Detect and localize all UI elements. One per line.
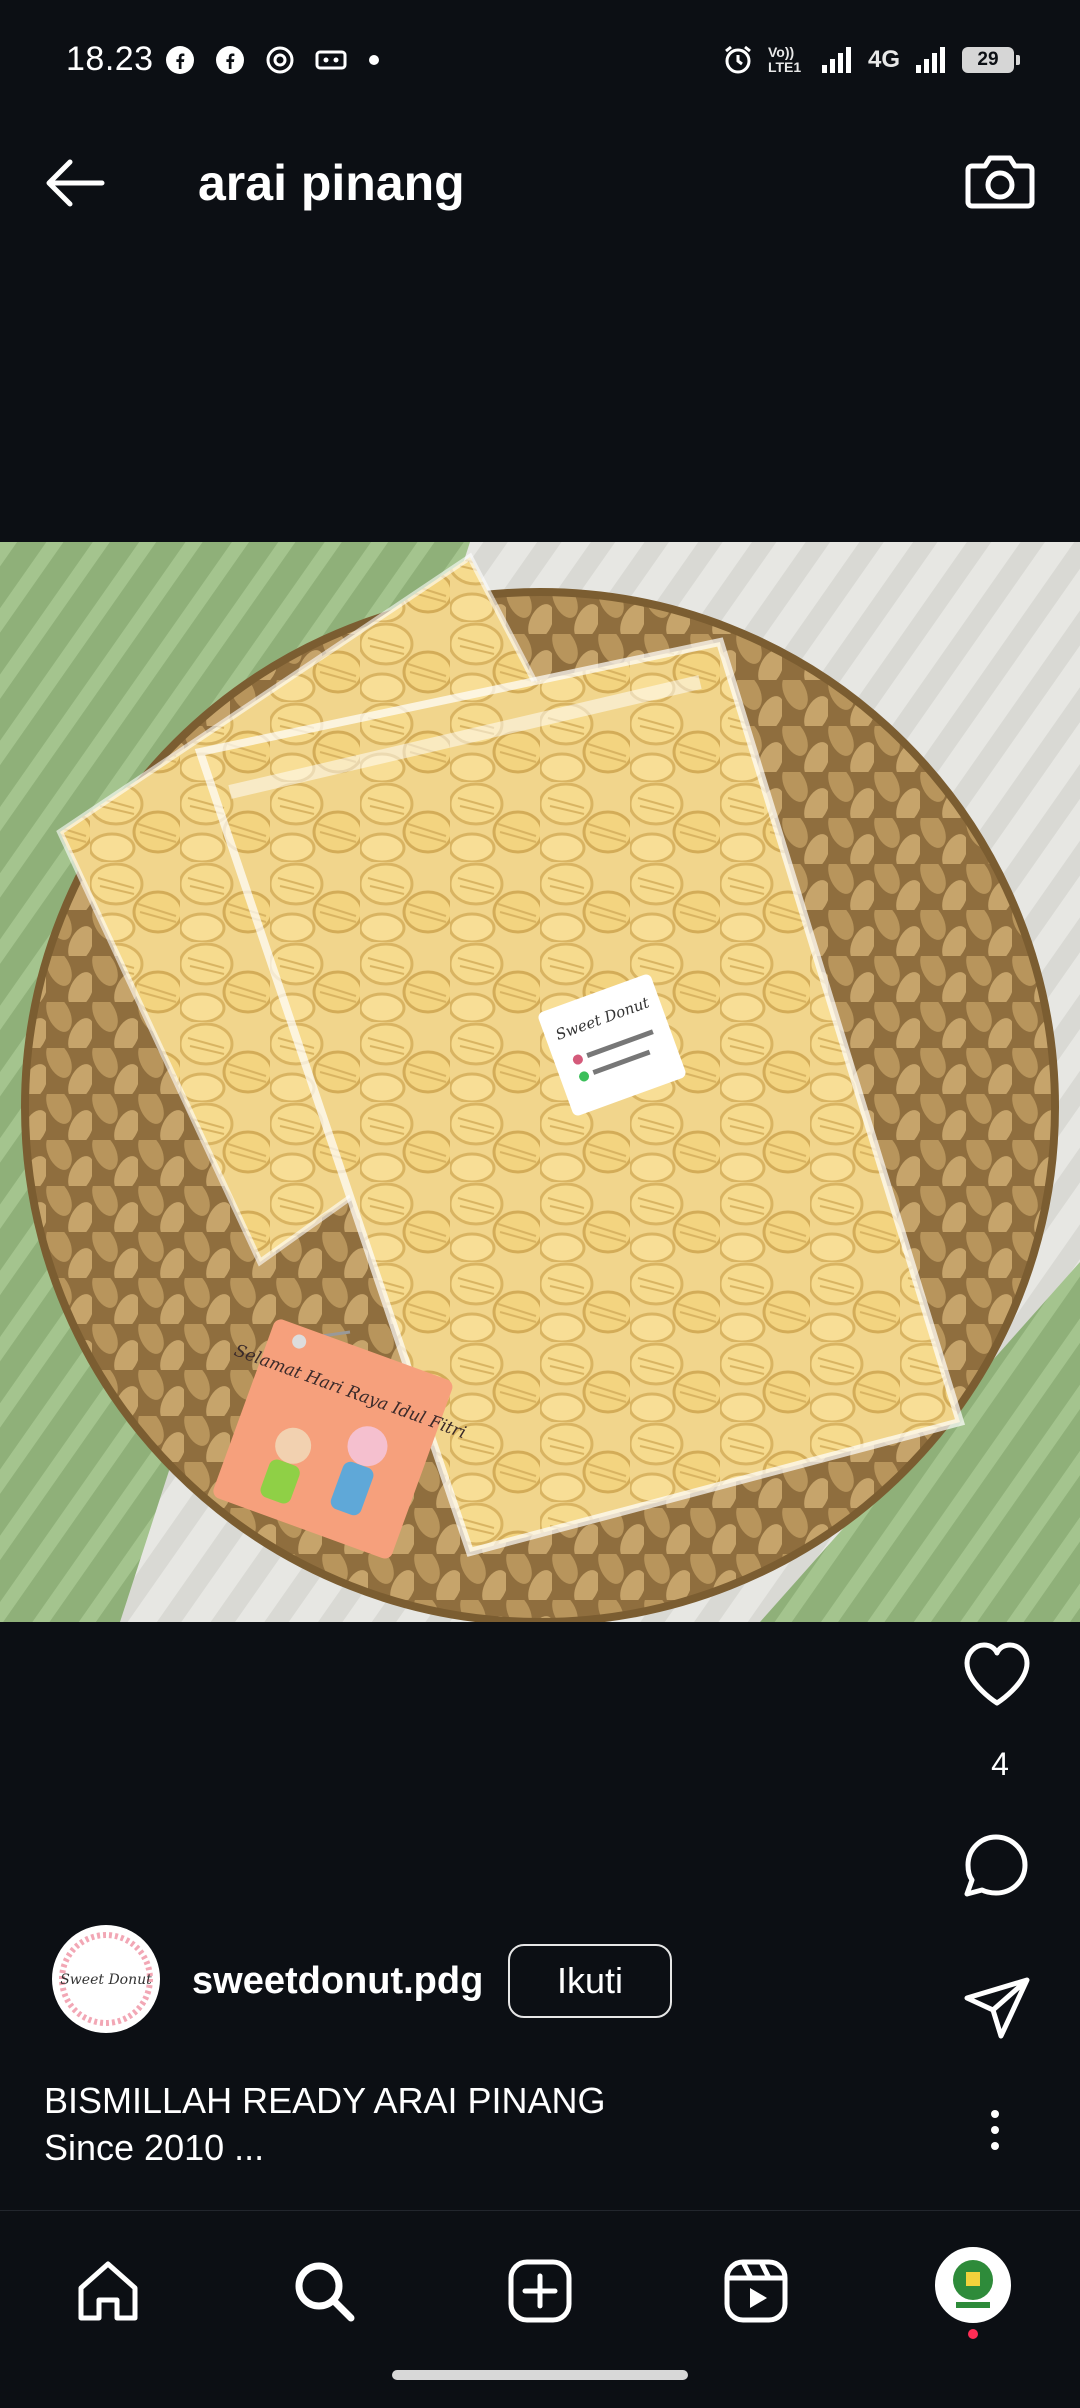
back-button[interactable]	[40, 148, 110, 218]
post-image[interactable]: Sweet Donut Selamat Hari Raya Idul Fitri	[0, 542, 1080, 1622]
comment-button[interactable]	[947, 1815, 1047, 1915]
heart-icon	[964, 1642, 1030, 1706]
more-vertical-icon	[991, 2110, 999, 2118]
nav-profile[interactable]	[935, 2247, 1011, 2323]
status-system-icons: Vo)) LTE1 4G 29	[722, 44, 1020, 76]
more-vertical-icon	[991, 2142, 999, 2150]
battery-indicator: 29	[962, 47, 1020, 73]
create-icon	[508, 2259, 572, 2323]
tape-icon	[315, 50, 347, 70]
more-vertical-icon	[991, 2126, 999, 2134]
nav-home[interactable]	[58, 2241, 158, 2341]
nav-reels[interactable]	[706, 2241, 806, 2341]
profile-avatar-logo	[939, 2251, 1007, 2319]
arrow-left-icon	[46, 159, 105, 207]
follow-button[interactable]: Ikuti	[508, 1944, 672, 2018]
threads-icon	[266, 46, 294, 74]
page-title[interactable]: arai pinang	[198, 148, 465, 218]
signal-icon	[916, 47, 945, 73]
signal-icon	[821, 47, 851, 73]
author-username[interactable]: sweetdonut.pdg	[192, 1960, 483, 2003]
avatar-logo-text: Sweet Donut	[60, 1972, 152, 1988]
send-icon	[964, 1977, 1030, 2039]
caption-line: BISMILLAH READY ARAI PINANG	[44, 2080, 606, 2121]
search-icon	[295, 2262, 355, 2322]
nav-create[interactable]	[490, 2241, 590, 2341]
facebook-icon	[166, 46, 194, 74]
status-notification-icons	[165, 45, 381, 75]
status-time: 18.23	[66, 40, 154, 78]
home-icon	[78, 2261, 138, 2321]
like-button[interactable]	[947, 1625, 1047, 1725]
status-bar: 18.23 Vo)) LTE1 4G 29	[0, 0, 1080, 130]
brand-logo: Sweet Donut	[56, 1929, 156, 2029]
post-caption[interactable]: BISMILLAH READY ARAI PINANG Since 2010 .…	[44, 2077, 944, 2171]
camera-button[interactable]	[960, 140, 1040, 220]
dot-icon	[369, 55, 379, 65]
comment-icon	[964, 1834, 1028, 1897]
home-indicator[interactable]	[392, 2370, 688, 2380]
facebook-icon	[216, 46, 244, 74]
share-button[interactable]	[947, 1958, 1047, 2058]
caption-line: Since 2010 ...	[44, 2127, 265, 2168]
volte-label: Vo)) LTE1	[767, 44, 802, 75]
camera-icon	[965, 155, 1035, 209]
top-app-bar: arai pinang	[0, 130, 1080, 230]
notification-dot	[968, 2329, 978, 2339]
more-options-button[interactable]	[970, 2090, 1020, 2170]
product-photo: Sweet Donut Selamat Hari Raya Idul Fitri	[0, 542, 1080, 1622]
author-avatar[interactable]: Sweet Donut	[52, 1925, 160, 2033]
like-count[interactable]: 4	[920, 1746, 1080, 1783]
nav-search[interactable]	[274, 2241, 374, 2341]
reels-icon	[724, 2259, 788, 2323]
alarm-icon	[725, 45, 751, 74]
network-type-label: 4G	[867, 46, 900, 73]
